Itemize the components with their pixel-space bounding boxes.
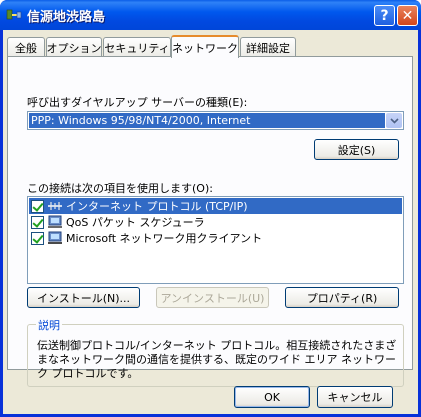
description-title: 説明 (36, 317, 62, 333)
uninstall-button[interactable]: アンインストール(U) (156, 287, 269, 308)
install-button[interactable]: インストール(N)... (27, 287, 140, 308)
service-icon (48, 215, 62, 228)
cancel-button[interactable]: キャンセル (317, 386, 393, 408)
description-group: 説明 伝送制御プロトコル/インターネット プロトコル。相互接続されたさまざまなネ… (27, 317, 404, 387)
list-item-label: Microsoft ネットワーク用クライアント (66, 232, 263, 245)
list-item-label: インターネット プロトコル (TCP/IP) (66, 200, 248, 213)
ok-button[interactable]: OK (234, 386, 310, 408)
components-list[interactable]: インターネット プロトコル (TCP/IP) QoS パケット スケジューラ M… (27, 196, 404, 284)
list-item-label: QoS パケット スケジューラ (66, 216, 205, 229)
description-text: 伝送制御プロトコル/インターネット プロトコル。相互接続されたさまざまなネットワ… (37, 339, 397, 380)
qos-checkbox[interactable] (31, 215, 44, 229)
tab-general[interactable]: 全般 (7, 37, 45, 57)
settings-button[interactable]: 設定(S) (314, 139, 399, 160)
help-button[interactable]: ? (374, 5, 395, 26)
network-connection-icon (6, 9, 22, 20)
dialup-server-type-label: 呼び出すダイヤルアップ サーバーの種類(E): (27, 96, 248, 109)
close-button[interactable]: ✕ (397, 5, 418, 26)
dialup-server-type-value: PPP: Windows 95/98/NT4/2000, Internet (29, 113, 385, 128)
dialup-server-type-select[interactable]: PPP: Windows 95/98/NT4/2000, Internet (27, 111, 404, 130)
dialog-window: 信源地渋路島 ? ✕ 全般 オプション セキュリティ ネットワーク 詳細設定 呼… (0, 0, 421, 417)
ms-client-checkbox[interactable] (31, 231, 44, 245)
components-label: この接続は次の項目を使用します(O): (27, 182, 213, 195)
dialog-client-area: 全般 オプション セキュリティ ネットワーク 詳細設定 呼び出すダイヤルアップ … (3, 30, 418, 414)
tab-options[interactable]: オプション (46, 37, 102, 57)
tab-security[interactable]: セキュリティ (103, 37, 171, 57)
tab-network[interactable]: ネットワーク (171, 35, 239, 58)
tcpip-checkbox[interactable] (31, 199, 44, 213)
client-icon (48, 231, 62, 244)
tab-advanced[interactable]: 詳細設定 (240, 37, 296, 57)
protocol-icon (48, 202, 62, 210)
network-tab-panel: 呼び出すダイヤルアップ サーバーの種類(E): PPP: Windows 95/… (7, 56, 413, 387)
list-item-ms-client[interactable]: Microsoft ネットワーク用クライアント (29, 230, 402, 246)
title-bar[interactable]: 信源地渋路島 ? ✕ (0, 0, 421, 30)
list-item-qos[interactable]: QoS パケット スケジューラ (29, 214, 402, 230)
chevron-down-icon[interactable] (386, 113, 402, 128)
properties-button[interactable]: プロパティ(R) (285, 287, 399, 308)
window-title: 信源地渋路島 (27, 10, 106, 25)
list-item-tcpip[interactable]: インターネット プロトコル (TCP/IP) (29, 198, 402, 214)
